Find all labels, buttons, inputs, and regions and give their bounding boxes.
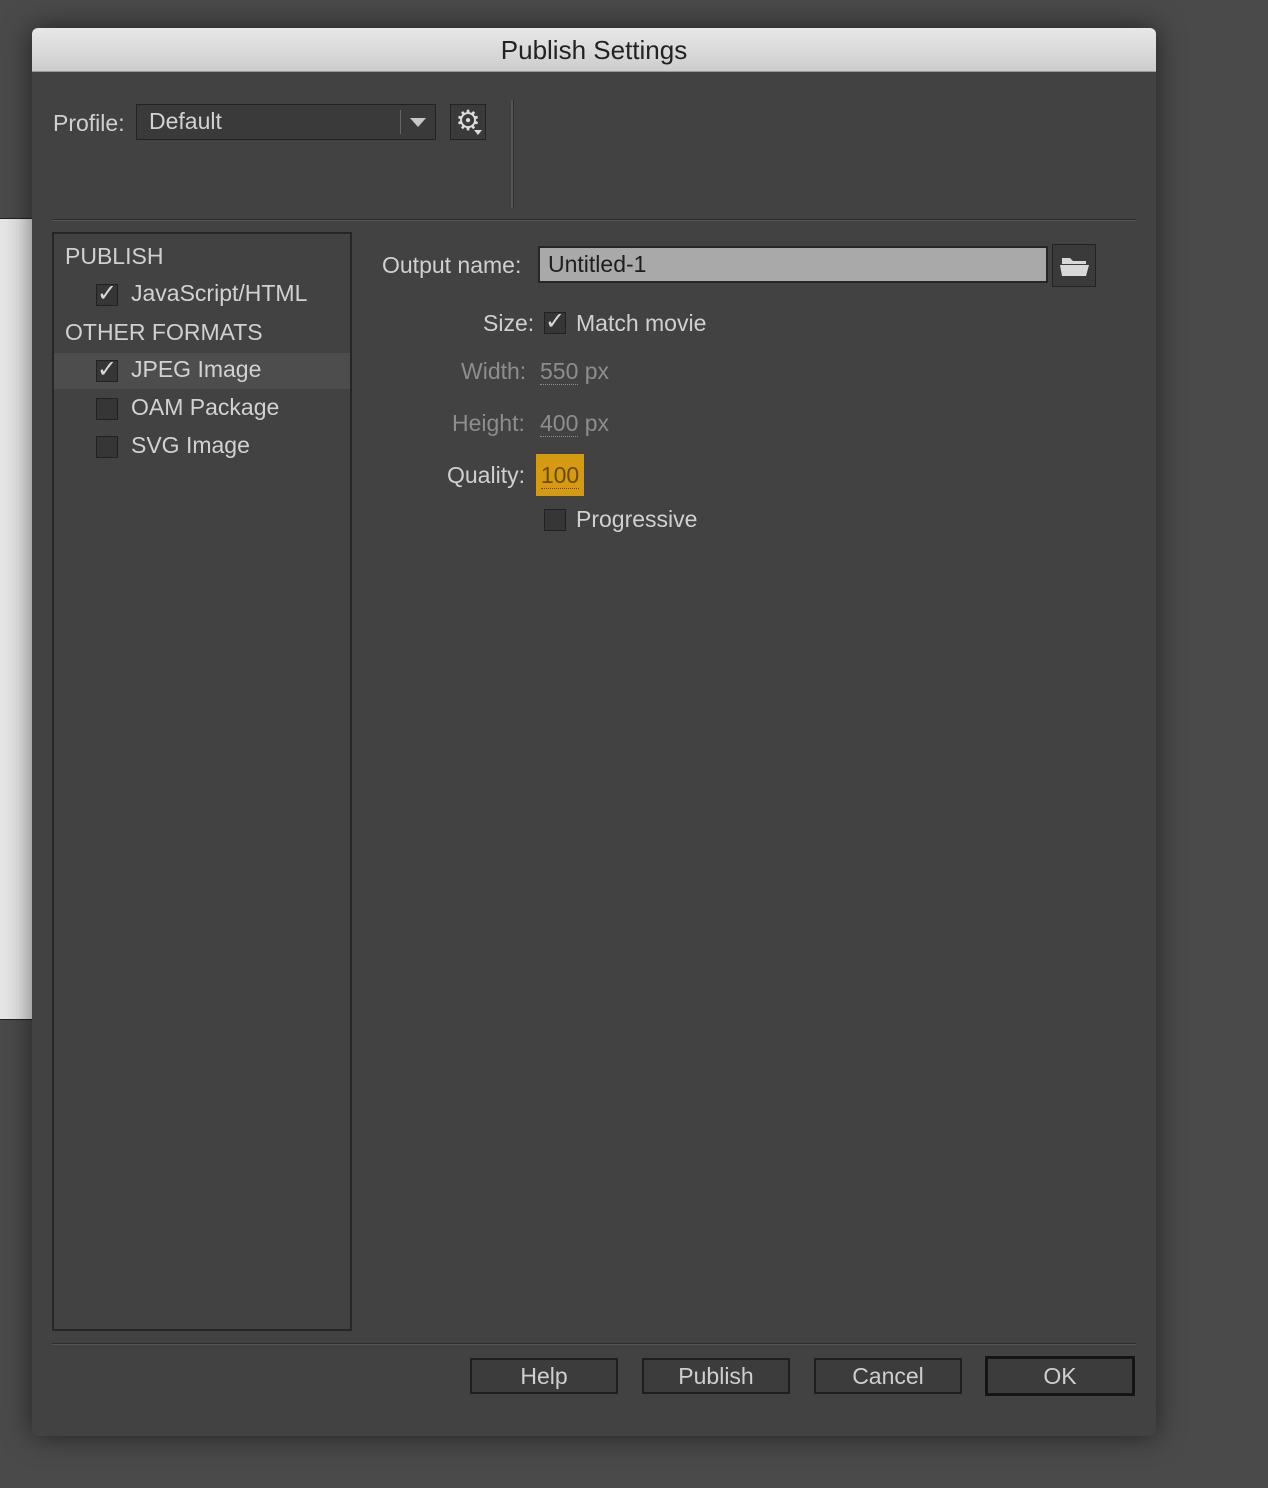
height-label: Height: (452, 410, 525, 436)
profile-dropdown[interactable]: Default (136, 104, 436, 140)
cancel-button[interactable]: Cancel (814, 1358, 962, 1394)
bottom-divider (52, 1343, 1136, 1345)
format-item-label: JPEG Image (131, 356, 262, 382)
width-value[interactable]: 550 px (540, 358, 609, 385)
dialog-title: Publish Settings (32, 28, 1156, 72)
javascript-html-checkbox[interactable]: ✓ (96, 282, 118, 306)
output-name-label: Output name: (382, 252, 522, 278)
progressive-checkbox[interactable] (544, 509, 566, 531)
format-item-svg-image[interactable]: SVG Image (54, 429, 350, 465)
checkmark-icon: ✓ (545, 308, 566, 335)
other-formats-heading: OTHER FORMATS (65, 319, 263, 345)
publish-button[interactable]: Publish (642, 1358, 790, 1394)
checkmark-icon: ✓ (97, 356, 118, 383)
size-label: Size: (483, 310, 535, 336)
width-label: Width: (461, 358, 527, 384)
publish-settings-dialog: Publish Settings Profile: Default ⚙ PUBL… (32, 28, 1156, 1436)
chevron-down-icon (410, 118, 426, 127)
checkmark-icon: ✓ (97, 280, 118, 307)
output-name-input[interactable]: Untitled-1 (538, 246, 1048, 283)
format-item-javascript-html[interactable]: ✓ JavaScript/HTML (54, 277, 350, 313)
profile-value: Default (149, 108, 222, 134)
format-item-label: JavaScript/HTML (131, 280, 308, 306)
browse-folder-button[interactable] (1052, 244, 1096, 287)
ok-button[interactable]: OK (985, 1356, 1135, 1396)
match-movie-label: Match movie (576, 310, 707, 336)
folder-icon (1060, 258, 1089, 276)
profile-label: Profile: (53, 110, 125, 136)
format-item-label: SVG Image (131, 432, 250, 458)
oam-package-checkbox[interactable] (96, 398, 118, 420)
quality-label: Quality: (447, 462, 525, 488)
jpeg-image-checkbox[interactable]: ✓ (96, 358, 118, 382)
format-item-jpeg-image[interactable]: ✓ JPEG Image (54, 353, 350, 389)
svg-image-checkbox[interactable] (96, 436, 118, 458)
dropdown-separator (400, 110, 401, 134)
dropdown-arrow-icon (474, 130, 482, 135)
format-item-oam-package[interactable]: OAM Package (54, 391, 350, 427)
quality-value[interactable]: 100 (536, 454, 584, 496)
progressive-label: Progressive (576, 506, 698, 532)
match-movie-checkbox[interactable]: ✓ (544, 310, 566, 334)
profile-options-button[interactable]: ⚙ (450, 104, 486, 140)
format-list-panel: PUBLISH ✓ JavaScript/HTML OTHER FORMATS … (52, 232, 352, 1331)
help-button[interactable]: Help (470, 1358, 618, 1394)
height-value[interactable]: 400 px (540, 410, 609, 437)
publish-heading: PUBLISH (65, 243, 164, 269)
vertical-divider (511, 100, 514, 208)
top-divider (52, 219, 1136, 221)
format-item-label: OAM Package (131, 394, 280, 420)
